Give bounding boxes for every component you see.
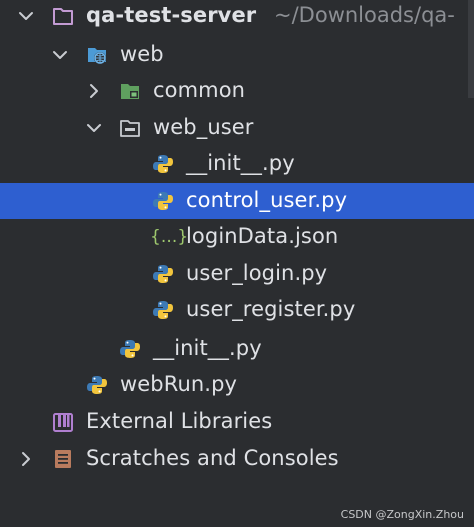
python-file-icon bbox=[153, 192, 173, 210]
json-file-icon: {...} bbox=[150, 227, 189, 247]
python-file-icon bbox=[153, 265, 173, 283]
tree-label-web: web bbox=[120, 42, 164, 66]
tree-row-control-user[interactable]: control_user.py bbox=[0, 183, 474, 219]
project-tree: qa-test-server ~/Downloads/qa- web commo… bbox=[0, 0, 474, 527]
chevron-down-icon[interactable] bbox=[52, 47, 68, 63]
tree-row-login-data[interactable]: {...} loginData.json bbox=[0, 219, 474, 255]
python-file-icon bbox=[87, 376, 107, 394]
watermark: CSDN @ZongXin.Zhou bbox=[340, 508, 464, 521]
chevron-down-icon[interactable] bbox=[18, 8, 34, 24]
tree-label-common: common bbox=[153, 78, 246, 102]
tree-label-init-web: __init__.py bbox=[153, 336, 262, 360]
tree-label-external-libraries: External Libraries bbox=[86, 409, 273, 433]
tree-row-scratches[interactable]: Scratches and Consoles bbox=[0, 441, 474, 477]
tree-label-login-data: loginData.json bbox=[186, 224, 339, 248]
python-file-icon bbox=[153, 301, 173, 319]
folder-icon bbox=[120, 120, 140, 137]
tree-row-common[interactable]: common bbox=[0, 73, 474, 109]
folder-icon bbox=[53, 8, 73, 25]
tree-row-project-root[interactable]: qa-test-server ~/Downloads/qa- bbox=[0, 0, 474, 36]
tree-row-web-user[interactable]: web_user bbox=[0, 110, 474, 146]
tree-label-user-login: user_login.py bbox=[186, 261, 328, 285]
scratches-icon bbox=[55, 450, 71, 468]
tree-label-control-user: control_user.py bbox=[186, 188, 348, 212]
tree-label-web-user: web_user bbox=[153, 115, 254, 139]
tree-row-user-register[interactable]: user_register.py bbox=[0, 292, 474, 328]
chevron-right-icon[interactable] bbox=[18, 451, 34, 467]
tree-row-web-run[interactable]: webRun.py bbox=[0, 367, 474, 403]
scrollbar-edge[interactable] bbox=[468, 0, 474, 98]
project-name: qa-test-server bbox=[86, 3, 257, 27]
python-file-icon bbox=[153, 155, 173, 173]
tree-label-web-run: webRun.py bbox=[120, 372, 238, 396]
tree-label-user-register: user_register.py bbox=[186, 297, 356, 321]
tree-row-init-inner[interactable]: __init__.py bbox=[0, 146, 474, 182]
project-path: ~/Downloads/qa- bbox=[274, 3, 455, 27]
package-folder-icon bbox=[121, 84, 139, 99]
tree-row-web[interactable]: web bbox=[0, 37, 474, 73]
tree-label-init-inner: __init__.py bbox=[186, 151, 295, 175]
tree-row-user-login[interactable]: user_login.py bbox=[0, 256, 474, 292]
tree-row-init-web[interactable]: __init__.py bbox=[0, 331, 474, 367]
tree-row-external-libraries[interactable]: External Libraries bbox=[0, 404, 474, 440]
web-module-folder-icon bbox=[88, 48, 106, 64]
tree-label-scratches: Scratches and Consoles bbox=[86, 446, 339, 470]
library-icon bbox=[53, 413, 73, 432]
python-file-icon bbox=[120, 340, 140, 358]
chevron-down-icon[interactable] bbox=[86, 120, 102, 136]
chevron-right-icon[interactable] bbox=[86, 83, 102, 99]
